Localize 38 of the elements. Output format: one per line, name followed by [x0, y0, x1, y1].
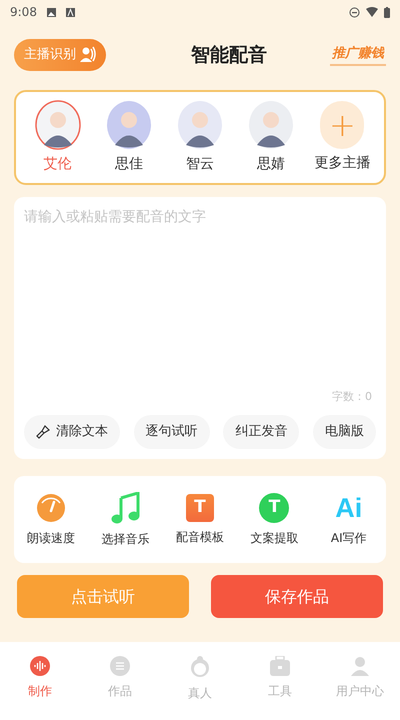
tool-button[interactable]: 文案提取: [250, 528, 298, 546]
clear-text-button[interactable]: 清除文本: [24, 415, 120, 449]
template-badge-icon: T: [186, 494, 214, 522]
page-title: 智能配音: [191, 42, 267, 68]
avatar[interactable]: [34, 100, 81, 150]
brush-icon: [36, 425, 50, 439]
status-time: 9:08: [10, 4, 37, 21]
action-button[interactable]: 纠正发音: [223, 415, 300, 449]
sound-wave-icon: [30, 656, 50, 676]
battery-icon: [384, 6, 390, 18]
text-extract-icon: T: [259, 492, 290, 522]
user-icon: [351, 656, 369, 676]
speaker-name[interactable]: 思佳: [114, 154, 143, 175]
ai-logo-icon: Ai: [335, 492, 362, 522]
tool-button[interactable]: 选择音乐: [102, 530, 150, 548]
text-input-field[interactable]: 请输入或粘贴需要配音的文字: [14, 197, 386, 388]
tool-button[interactable]: 配音模板: [176, 528, 224, 546]
speaker-name[interactable]: 智云: [186, 154, 214, 175]
char-count: 字数：0: [332, 388, 372, 404]
tool-button[interactable]: AI写作: [330, 528, 367, 546]
speaker-name[interactable]: 更多主播: [314, 153, 370, 174]
dnd-icon: [349, 6, 360, 18]
list-icon: [110, 656, 130, 676]
speaker-name[interactable]: 思婧: [257, 154, 286, 175]
person-icon: [189, 656, 211, 678]
wifi-icon: [366, 7, 378, 17]
avatar[interactable]: [106, 100, 152, 150]
voice-person-icon: [80, 46, 96, 64]
action-button[interactable]: 电脑版: [312, 415, 376, 449]
avatar[interactable]: [248, 100, 294, 150]
image-icon: [46, 8, 56, 16]
action-button[interactable]: 逐句试听: [134, 415, 210, 449]
speedometer-icon: [36, 492, 66, 522]
a-icon: [66, 8, 75, 16]
tool-button[interactable]: 朗读速度: [27, 528, 76, 546]
avatar[interactable]: [176, 100, 223, 150]
toolbox-icon: [269, 656, 291, 676]
music-note-icon: [110, 492, 141, 524]
